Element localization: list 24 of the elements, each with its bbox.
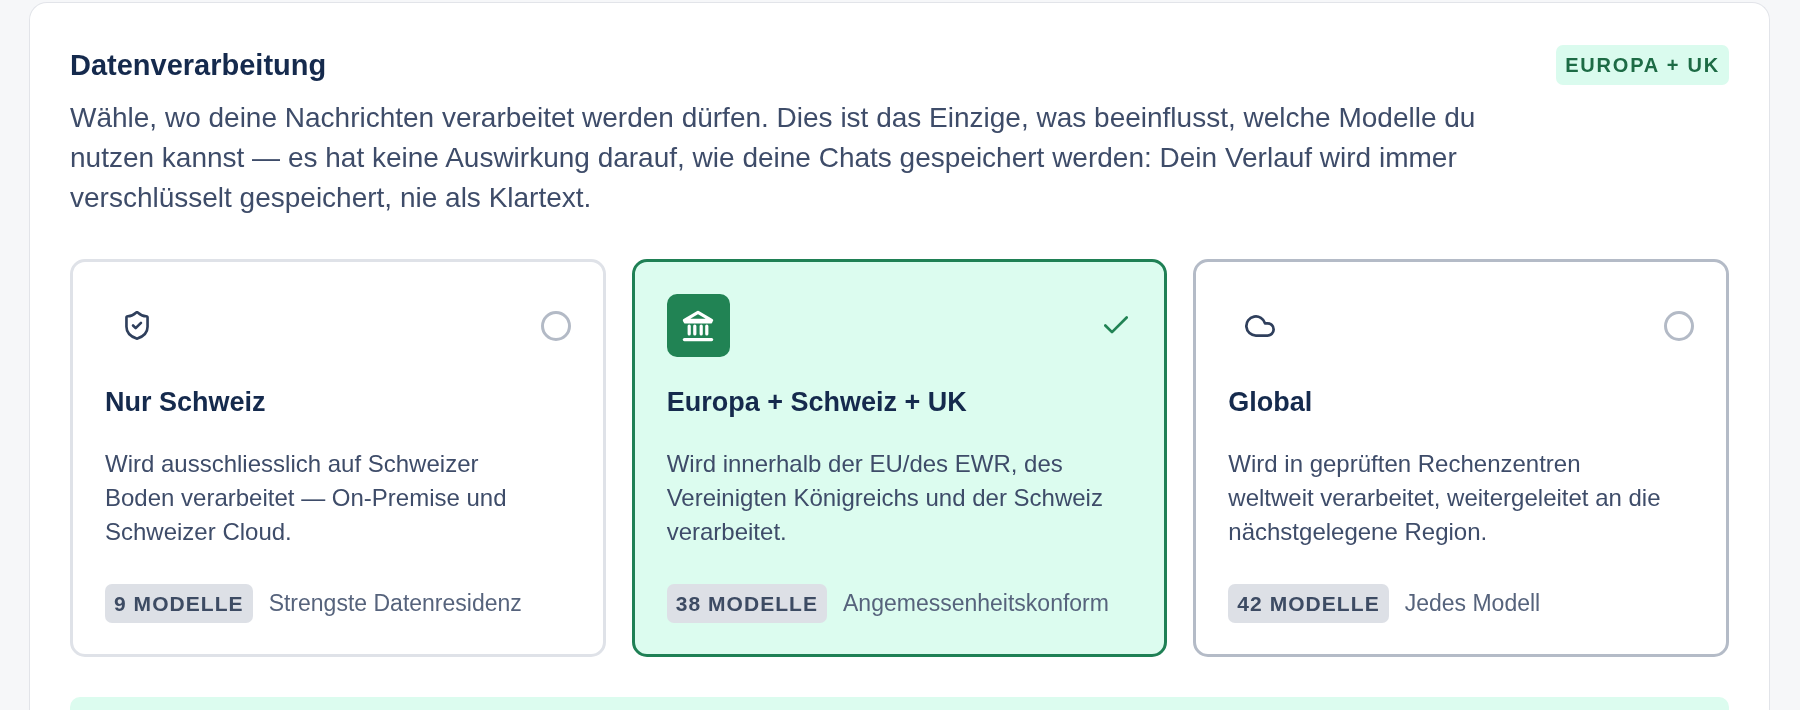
radio-circle-icon (540, 310, 571, 341)
check-icon (1104, 316, 1129, 335)
model-count-badge: 9 MODELLE (105, 584, 253, 623)
option-title: Global (1228, 386, 1314, 419)
option-description: Wird in geprüften Rechenzentren weltweit verarbeitet, weitergeleitet an die nächstgelegene Region. (1228, 449, 1662, 547)
option-note: Jedes Modell (1404, 589, 1541, 619)
model-count-badge: 42 MODELLE (1228, 584, 1389, 623)
cloud-icon (1244, 314, 1275, 337)
section-description: Wähle, wo deine Nachrichten verarbeitet werden dürfen. Dies ist das Einzige, was beeinflusst, welche Modelle du nutzen kannst — es hat keine Auswirkung darauf, wie deine Chats gespeichert werden: Dein Verlauf wird immer verschlüsselt gespeichert, nie als Klartext. (70, 101, 1477, 215)
option-note: Strengste Datenresidenz (268, 589, 522, 619)
region-badge: EUROPA + UK (1556, 45, 1729, 85)
option-title: Nur Schweiz (105, 386, 267, 419)
option-note: Angemessenheitskonform (843, 589, 1109, 619)
option-title: Europa + Schweiz + UK (666, 386, 968, 419)
section-title: Datenverarbeitung (70, 48, 327, 83)
shield-check-icon (124, 311, 149, 340)
region-option-card[interactable]: Nur Schweiz Wird ausschliesslich auf Schweizer Boden verarbeitet — On-Premise und Schweizer Cloud. 9 MODELLE Strengste Datenresidenz (70, 259, 606, 657)
option-description: Wird ausschliesslich auf Schweizer Boden verarbeitet — On-Premise und Schweizer Cloud. (105, 449, 508, 547)
radio-circle-icon (1664, 310, 1694, 341)
region-option-card[interactable]: Global Wird in geprüften Rechenzentren weltweit verarbeitet, weitergeleitet an die nächstgelegene Region. 42 MODELLE Jedes Modell (1193, 259, 1729, 657)
option-description: Wird innerhalb der EU/des EWR, des Vereinigten Königreichs und der Schweiz verarbeitet. (666, 449, 1104, 547)
model-count-badge: 38 MODELLE (666, 584, 827, 623)
region-option-card[interactable]: Europa + Schweiz + UK Wird innerhalb der EU/des EWR, des Vereinigten Königreichs und der Schweiz verarbeitet. 38 MODELLE Angemessenheitskonform (631, 259, 1168, 657)
bank-icon (666, 294, 730, 357)
